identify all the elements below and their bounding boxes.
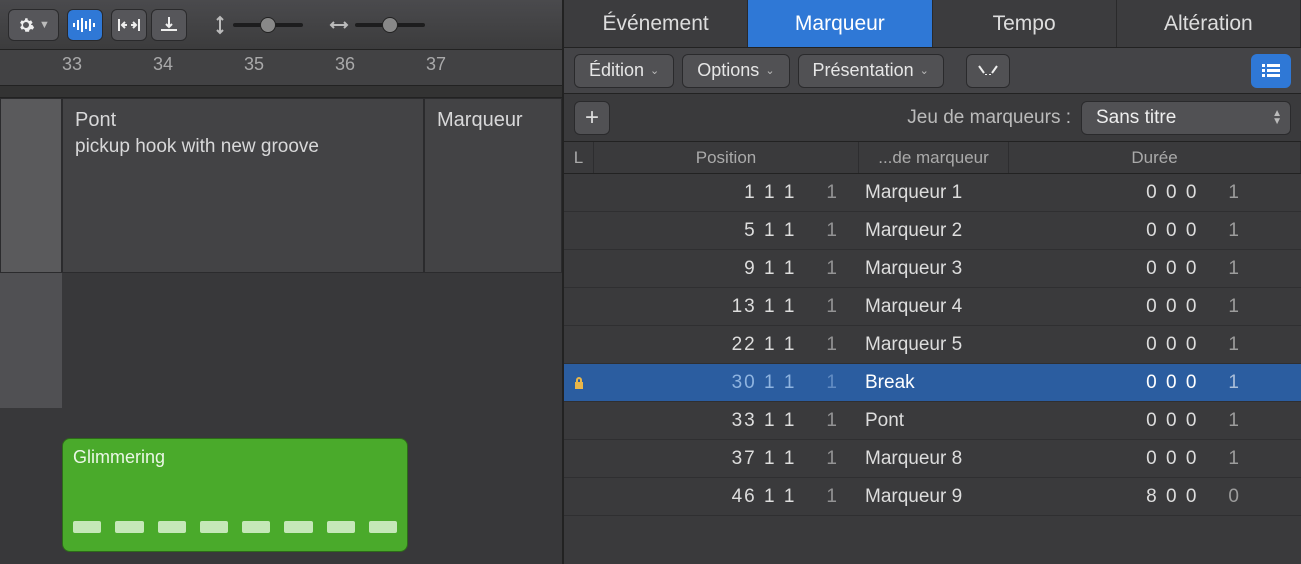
- presentation-menu[interactable]: Présentation⌄: [798, 54, 944, 88]
- cell-duration[interactable]: 0 0 01: [1009, 220, 1301, 242]
- col-name[interactable]: ...de marqueur: [859, 142, 1009, 173]
- table-row[interactable]: 22 1 11Marqueur 50 0 01: [564, 326, 1301, 364]
- settings-menu-button[interactable]: ▼: [8, 9, 59, 41]
- markerset-row: + Jeu de marqueurs : Sans titre ▲▼: [564, 94, 1301, 142]
- ruler-mark: 34: [153, 54, 173, 75]
- table-row[interactable]: 33 1 11Pont0 0 01: [564, 402, 1301, 440]
- chevron-down-icon: ⌄: [920, 64, 929, 77]
- list-icon: [1262, 64, 1280, 78]
- marker-title: Pont: [75, 109, 411, 132]
- cell-duration[interactable]: 0 0 01: [1009, 334, 1301, 356]
- cell-name[interactable]: Break: [859, 372, 1009, 394]
- horizontal-zoom-slider[interactable]: [355, 23, 425, 27]
- gear-icon: [17, 16, 35, 34]
- cell-name[interactable]: Marqueur 1: [859, 182, 1009, 204]
- cell-name[interactable]: Marqueur 4: [859, 296, 1009, 318]
- cell-name[interactable]: Marqueur 2: [859, 220, 1009, 242]
- list-menubar: Édition⌄ Options⌄ Présentation⌄: [564, 48, 1301, 94]
- ruler-mark: 33: [62, 54, 82, 75]
- table-row[interactable]: 30 1 11Break0 0 01: [564, 364, 1301, 402]
- vertical-zoom-slider[interactable]: [233, 23, 303, 27]
- region-name: Glimmering: [73, 447, 397, 468]
- ruler-mark: 35: [244, 54, 264, 75]
- cell-position[interactable]: 5 1 11: [594, 220, 859, 242]
- markerset-select[interactable]: Sans titre ▲▼: [1081, 101, 1291, 135]
- cell-duration[interactable]: 0 0 01: [1009, 372, 1301, 394]
- chevron-down-icon: ⌄: [765, 64, 774, 77]
- ruler-mark: 36: [335, 54, 355, 75]
- list-tabs: Événement Marqueur Tempo Altération: [564, 0, 1301, 48]
- table-row[interactable]: 1 1 11Marqueur 10 0 01: [564, 174, 1301, 212]
- ruler-mark: 37: [426, 54, 446, 75]
- snap-vertical-button[interactable]: [151, 9, 187, 41]
- waveform-tool-button[interactable]: [67, 9, 103, 41]
- table-row[interactable]: 9 1 11Marqueur 30 0 01: [564, 250, 1301, 288]
- cell-position[interactable]: 37 1 11: [594, 448, 859, 470]
- marker-title: Marqueur: [437, 109, 549, 132]
- audio-region[interactable]: Glimmering: [62, 438, 408, 552]
- cell-name[interactable]: Marqueur 5: [859, 334, 1009, 356]
- horizontal-zoom-icon: [329, 18, 349, 32]
- cell-duration[interactable]: 0 0 01: [1009, 410, 1301, 432]
- snap-vertical-icon: [160, 16, 178, 34]
- chevron-down-icon: ⌄: [650, 64, 659, 77]
- tab-alteration[interactable]: Altération: [1117, 0, 1301, 47]
- filter-icon: [976, 63, 1000, 79]
- filter-button[interactable]: [966, 54, 1010, 88]
- waveform-icon: [72, 18, 98, 32]
- marker-lane: Pont pickup hook with new groove Marqueu…: [0, 98, 562, 273]
- arrange-toolbar: ▼: [0, 0, 562, 50]
- cell-position[interactable]: 33 1 11: [594, 410, 859, 432]
- select-stepper-icon: ▲▼: [1272, 110, 1282, 126]
- col-lock[interactable]: L: [564, 142, 594, 173]
- table-row[interactable]: 37 1 11Marqueur 80 0 01: [564, 440, 1301, 478]
- lock-icon: [572, 376, 586, 390]
- cell-name[interactable]: Marqueur 3: [859, 258, 1009, 280]
- vertical-zoom-icon: [213, 15, 227, 35]
- edition-menu[interactable]: Édition⌄: [574, 54, 674, 88]
- col-position[interactable]: Position: [594, 142, 859, 173]
- tab-marker[interactable]: Marqueur: [748, 0, 932, 47]
- table-row[interactable]: 46 1 11Marqueur 98 0 00: [564, 478, 1301, 516]
- time-ruler[interactable]: 33 34 35 36 37: [0, 50, 562, 86]
- cell-name[interactable]: Marqueur 8: [859, 448, 1009, 470]
- cell-duration[interactable]: 0 0 01: [1009, 448, 1301, 470]
- list-view-toggle[interactable]: [1251, 54, 1291, 88]
- chevron-down-icon: ▼: [39, 19, 50, 31]
- arrange-area[interactable]: Pont pickup hook with new groove Marqueu…: [0, 98, 562, 564]
- cell-name[interactable]: Pont: [859, 410, 1009, 432]
- cell-position[interactable]: 9 1 11: [594, 258, 859, 280]
- cell-position[interactable]: 46 1 11: [594, 486, 859, 508]
- cell-position[interactable]: 1 1 11: [594, 182, 859, 204]
- marker-block-pont[interactable]: Pont pickup hook with new groove: [62, 98, 424, 273]
- tab-event[interactable]: Événement: [564, 0, 748, 47]
- col-duration[interactable]: Durée: [1009, 142, 1301, 173]
- list-editors-pane: Événement Marqueur Tempo Altération Édit…: [564, 0, 1301, 564]
- table-row[interactable]: 5 1 11Marqueur 20 0 01: [564, 212, 1301, 250]
- cell-name[interactable]: Marqueur 9: [859, 486, 1009, 508]
- cell-position[interactable]: 30 1 11: [594, 372, 859, 394]
- waveform-preview: [73, 521, 397, 533]
- table-row[interactable]: 13 1 11Marqueur 40 0 01: [564, 288, 1301, 326]
- marker-block[interactable]: [0, 98, 62, 273]
- cell-lock: [564, 376, 594, 390]
- marker-table-head: L Position ...de marqueur Durée: [564, 142, 1301, 174]
- cell-duration[interactable]: 0 0 01: [1009, 258, 1301, 280]
- marker-block[interactable]: Marqueur: [424, 98, 562, 273]
- add-marker-button[interactable]: +: [574, 101, 610, 135]
- tab-tempo[interactable]: Tempo: [933, 0, 1117, 47]
- cell-duration[interactable]: 0 0 01: [1009, 296, 1301, 318]
- snap-horizontal-icon: [118, 18, 140, 32]
- arrange-pane: ▼ 33 34 35 36 37: [0, 0, 564, 564]
- options-menu[interactable]: Options⌄: [682, 54, 789, 88]
- ruler-sub: [0, 86, 562, 98]
- snap-horizontal-button[interactable]: [111, 9, 147, 41]
- cell-duration[interactable]: 8 0 00: [1009, 486, 1301, 508]
- marker-table-body: 1 1 11Marqueur 10 0 015 1 11Marqueur 20 …: [564, 174, 1301, 516]
- cell-position[interactable]: 22 1 11: [594, 334, 859, 356]
- cell-duration[interactable]: 0 0 01: [1009, 182, 1301, 204]
- cell-position[interactable]: 13 1 11: [594, 296, 859, 318]
- marker-subtitle: pickup hook with new groove: [75, 136, 411, 158]
- markerset-label: Jeu de marqueurs :: [907, 107, 1071, 129]
